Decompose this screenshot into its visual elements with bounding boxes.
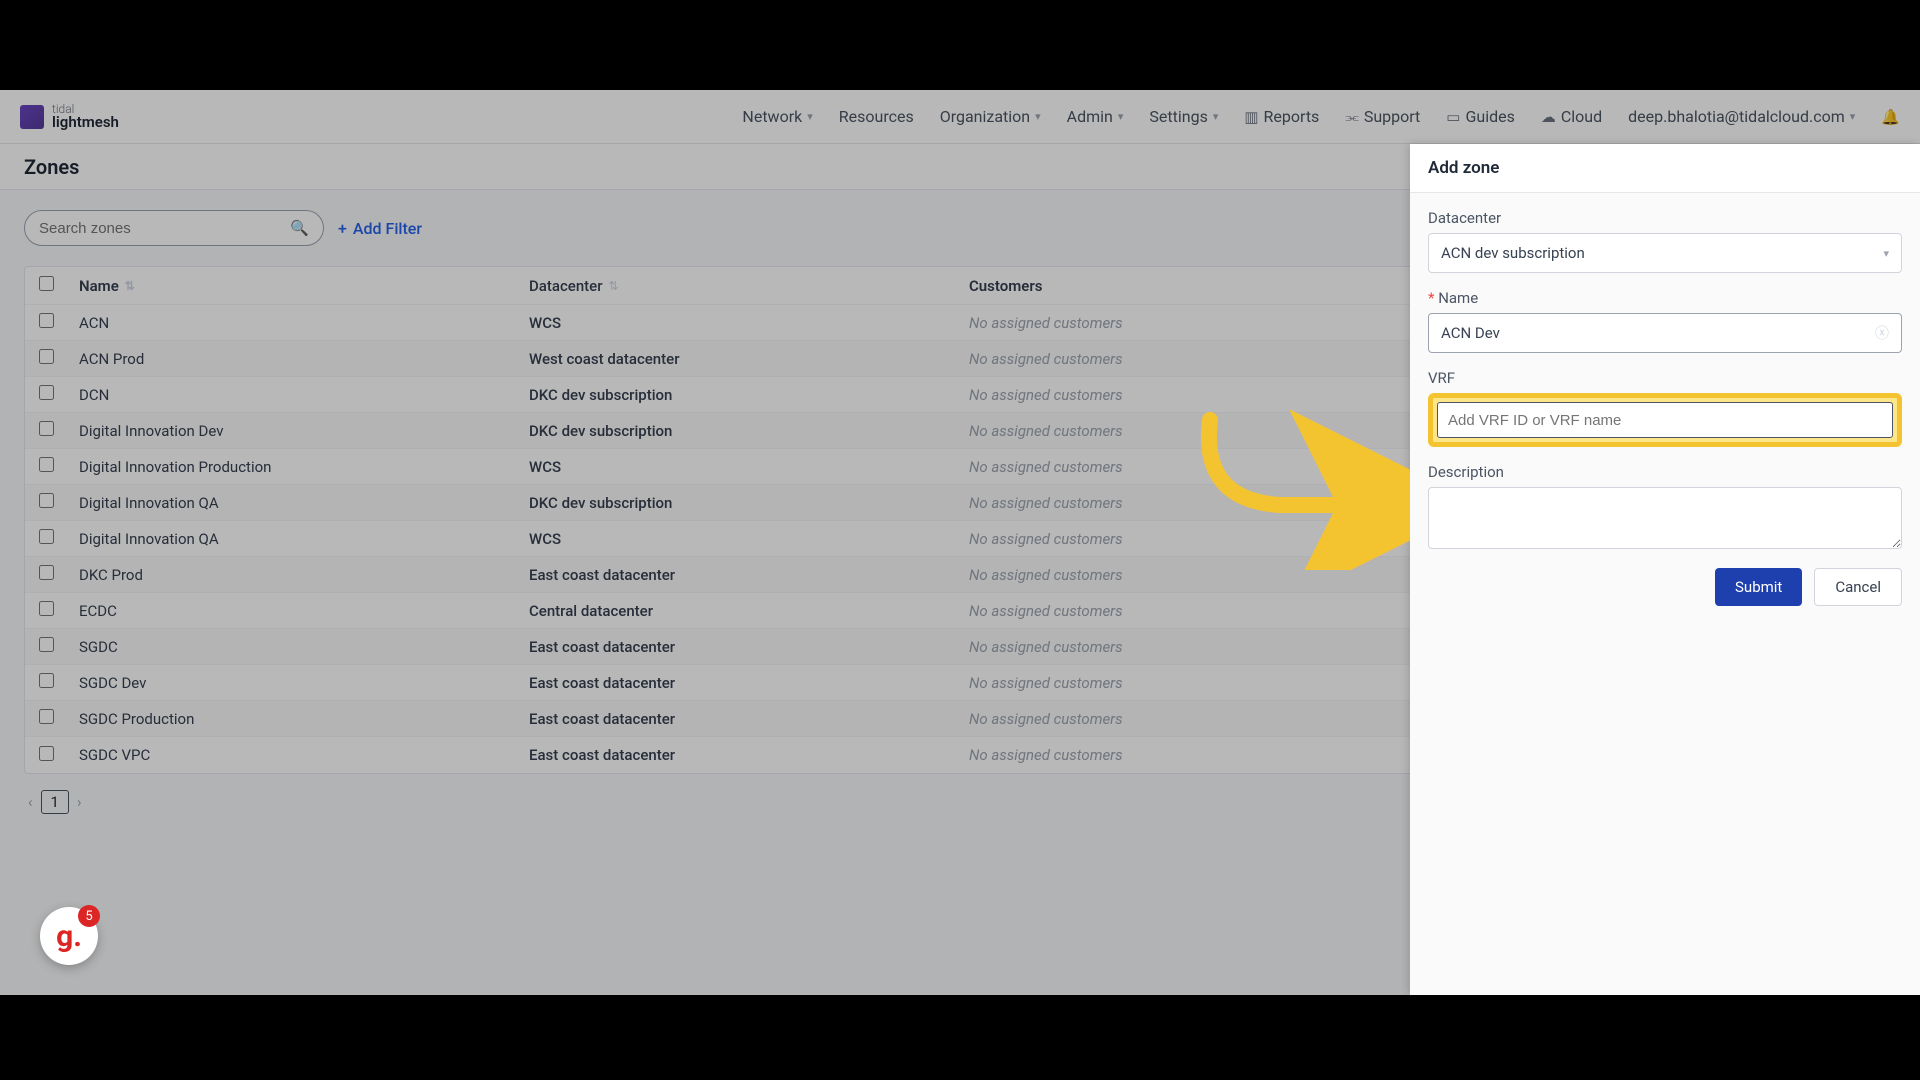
col-header-datacenter[interactable]: Datacenter⇅ xyxy=(529,277,969,295)
label-vrf: VRF xyxy=(1428,369,1902,387)
cell-datacenter: WCS xyxy=(529,530,969,548)
plus-icon: + xyxy=(338,219,347,238)
nav-organization[interactable]: Organization▾ xyxy=(940,107,1041,126)
link-icon: ⫘ xyxy=(1345,108,1359,126)
chevron-down-icon: ▾ xyxy=(1850,110,1856,123)
cell-datacenter: East coast datacenter xyxy=(529,674,969,692)
logo-text: tidal lightmesh xyxy=(52,103,119,130)
cell-datacenter: WCS xyxy=(529,314,969,332)
name-input[interactable]: ACN Dev ⓧ xyxy=(1428,313,1902,353)
cell-datacenter: DKC dev subscription xyxy=(529,422,969,440)
nav-network[interactable]: Network▾ xyxy=(742,107,812,126)
nav-reports[interactable]: ▥Reports xyxy=(1244,107,1319,126)
bell-icon: 🔔 xyxy=(1881,108,1900,126)
fab-badge: 5 xyxy=(78,905,100,927)
logo: tidal lightmesh xyxy=(20,103,119,130)
nav-user-menu[interactable]: deep.bhalotia@tidalcloud.com▾ xyxy=(1628,107,1855,126)
search-box[interactable]: 🔍 xyxy=(24,210,324,246)
nav-guides[interactable]: ▭Guides xyxy=(1446,107,1515,126)
top-navbar: tidal lightmesh Network▾ Resources Organ… xyxy=(0,90,1920,144)
nav-resources[interactable]: Resources xyxy=(839,107,914,126)
cell-name: ECDC xyxy=(79,602,529,620)
vrf-highlight xyxy=(1428,393,1902,447)
label-name: Name xyxy=(1428,289,1902,307)
nav-support[interactable]: ⫘Support xyxy=(1345,107,1420,126)
chevron-down-icon: ▾ xyxy=(807,110,813,123)
cell-datacenter: East coast datacenter xyxy=(529,710,969,728)
page-next[interactable]: › xyxy=(73,791,86,813)
help-fab[interactable]: g. 5 xyxy=(40,907,98,965)
submit-button[interactable]: Submit xyxy=(1715,568,1802,606)
row-checkbox[interactable] xyxy=(39,529,54,544)
cell-name: DKC Prod xyxy=(79,566,529,584)
row-checkbox[interactable] xyxy=(39,385,54,400)
sort-icon: ⇅ xyxy=(609,279,619,293)
nav-bell[interactable]: 🔔 xyxy=(1881,108,1900,126)
row-checkbox[interactable] xyxy=(39,673,54,688)
row-checkbox[interactable] xyxy=(39,709,54,724)
barchart-icon: ▥ xyxy=(1244,108,1258,126)
cell-datacenter: DKC dev subscription xyxy=(529,494,969,512)
select-all-checkbox[interactable] xyxy=(39,276,54,291)
cell-name: SGDC Dev xyxy=(79,674,529,692)
add-zone-panel: Add zone Datacenter ACN dev subscription… xyxy=(1410,144,1920,995)
search-icon: 🔍 xyxy=(290,219,309,237)
cell-name: ACN Prod xyxy=(79,350,529,368)
nav-settings[interactable]: Settings▾ xyxy=(1149,107,1218,126)
col-header-name[interactable]: Name⇅ xyxy=(79,277,529,295)
description-textarea[interactable] xyxy=(1428,487,1902,549)
cell-name: DCN xyxy=(79,386,529,404)
vrf-input[interactable] xyxy=(1437,402,1893,438)
datacenter-select[interactable]: ACN dev subscription ▾ xyxy=(1428,233,1902,273)
row-checkbox[interactable] xyxy=(39,601,54,616)
book-icon: ▭ xyxy=(1446,108,1460,126)
nav-menu: Network▾ Resources Organization▾ Admin▾ … xyxy=(742,107,1900,126)
app-window: tidal lightmesh Network▾ Resources Organ… xyxy=(0,90,1920,995)
clear-icon[interactable]: ⓧ xyxy=(1875,323,1889,343)
row-checkbox[interactable] xyxy=(39,421,54,436)
chevron-down-icon: ▾ xyxy=(1118,110,1124,123)
cell-datacenter: West coast datacenter xyxy=(529,350,969,368)
cell-datacenter: DKC dev subscription xyxy=(529,386,969,404)
cell-datacenter: East coast datacenter xyxy=(529,746,969,764)
chevron-down-icon: ▾ xyxy=(1035,110,1041,123)
chevron-down-icon: ▾ xyxy=(1213,110,1219,123)
row-checkbox[interactable] xyxy=(39,349,54,364)
cell-datacenter: East coast datacenter xyxy=(529,638,969,656)
chevron-down-icon: ▾ xyxy=(1883,247,1889,260)
cell-name: Digital Innovation QA xyxy=(79,494,529,512)
cell-datacenter: Central datacenter xyxy=(529,602,969,620)
row-checkbox[interactable] xyxy=(39,746,54,761)
row-checkbox[interactable] xyxy=(39,457,54,472)
panel-buttons: Submit Cancel xyxy=(1428,568,1902,606)
row-checkbox[interactable] xyxy=(39,313,54,328)
add-filter-button[interactable]: + Add Filter xyxy=(338,219,422,238)
row-checkbox[interactable] xyxy=(39,565,54,580)
page-title: Zones xyxy=(24,155,79,179)
cell-datacenter: East coast datacenter xyxy=(529,566,969,584)
cell-name: ACN xyxy=(79,314,529,332)
sort-icon: ⇅ xyxy=(125,279,135,293)
panel-title: Add zone xyxy=(1410,144,1920,193)
cell-name: Digital Innovation QA xyxy=(79,530,529,548)
page-prev[interactable]: ‹ xyxy=(24,791,37,813)
cell-name: SGDC Production xyxy=(79,710,529,728)
row-checkbox[interactable] xyxy=(39,493,54,508)
nav-cloud[interactable]: ☁Cloud xyxy=(1541,107,1602,126)
label-description: Description xyxy=(1428,463,1902,481)
search-input[interactable] xyxy=(39,220,290,237)
label-datacenter: Datacenter xyxy=(1428,209,1902,227)
cell-name: Digital Innovation Production xyxy=(79,458,529,476)
nav-admin[interactable]: Admin▾ xyxy=(1067,107,1124,126)
cell-name: SGDC xyxy=(79,638,529,656)
cloud-icon: ☁ xyxy=(1541,108,1556,126)
cancel-button[interactable]: Cancel xyxy=(1814,568,1902,606)
cell-name: SGDC VPC xyxy=(79,746,529,764)
cell-datacenter: WCS xyxy=(529,458,969,476)
logo-icon xyxy=(20,105,44,129)
cell-name: Digital Innovation Dev xyxy=(79,422,529,440)
page-current[interactable]: 1 xyxy=(41,790,69,814)
row-checkbox[interactable] xyxy=(39,637,54,652)
